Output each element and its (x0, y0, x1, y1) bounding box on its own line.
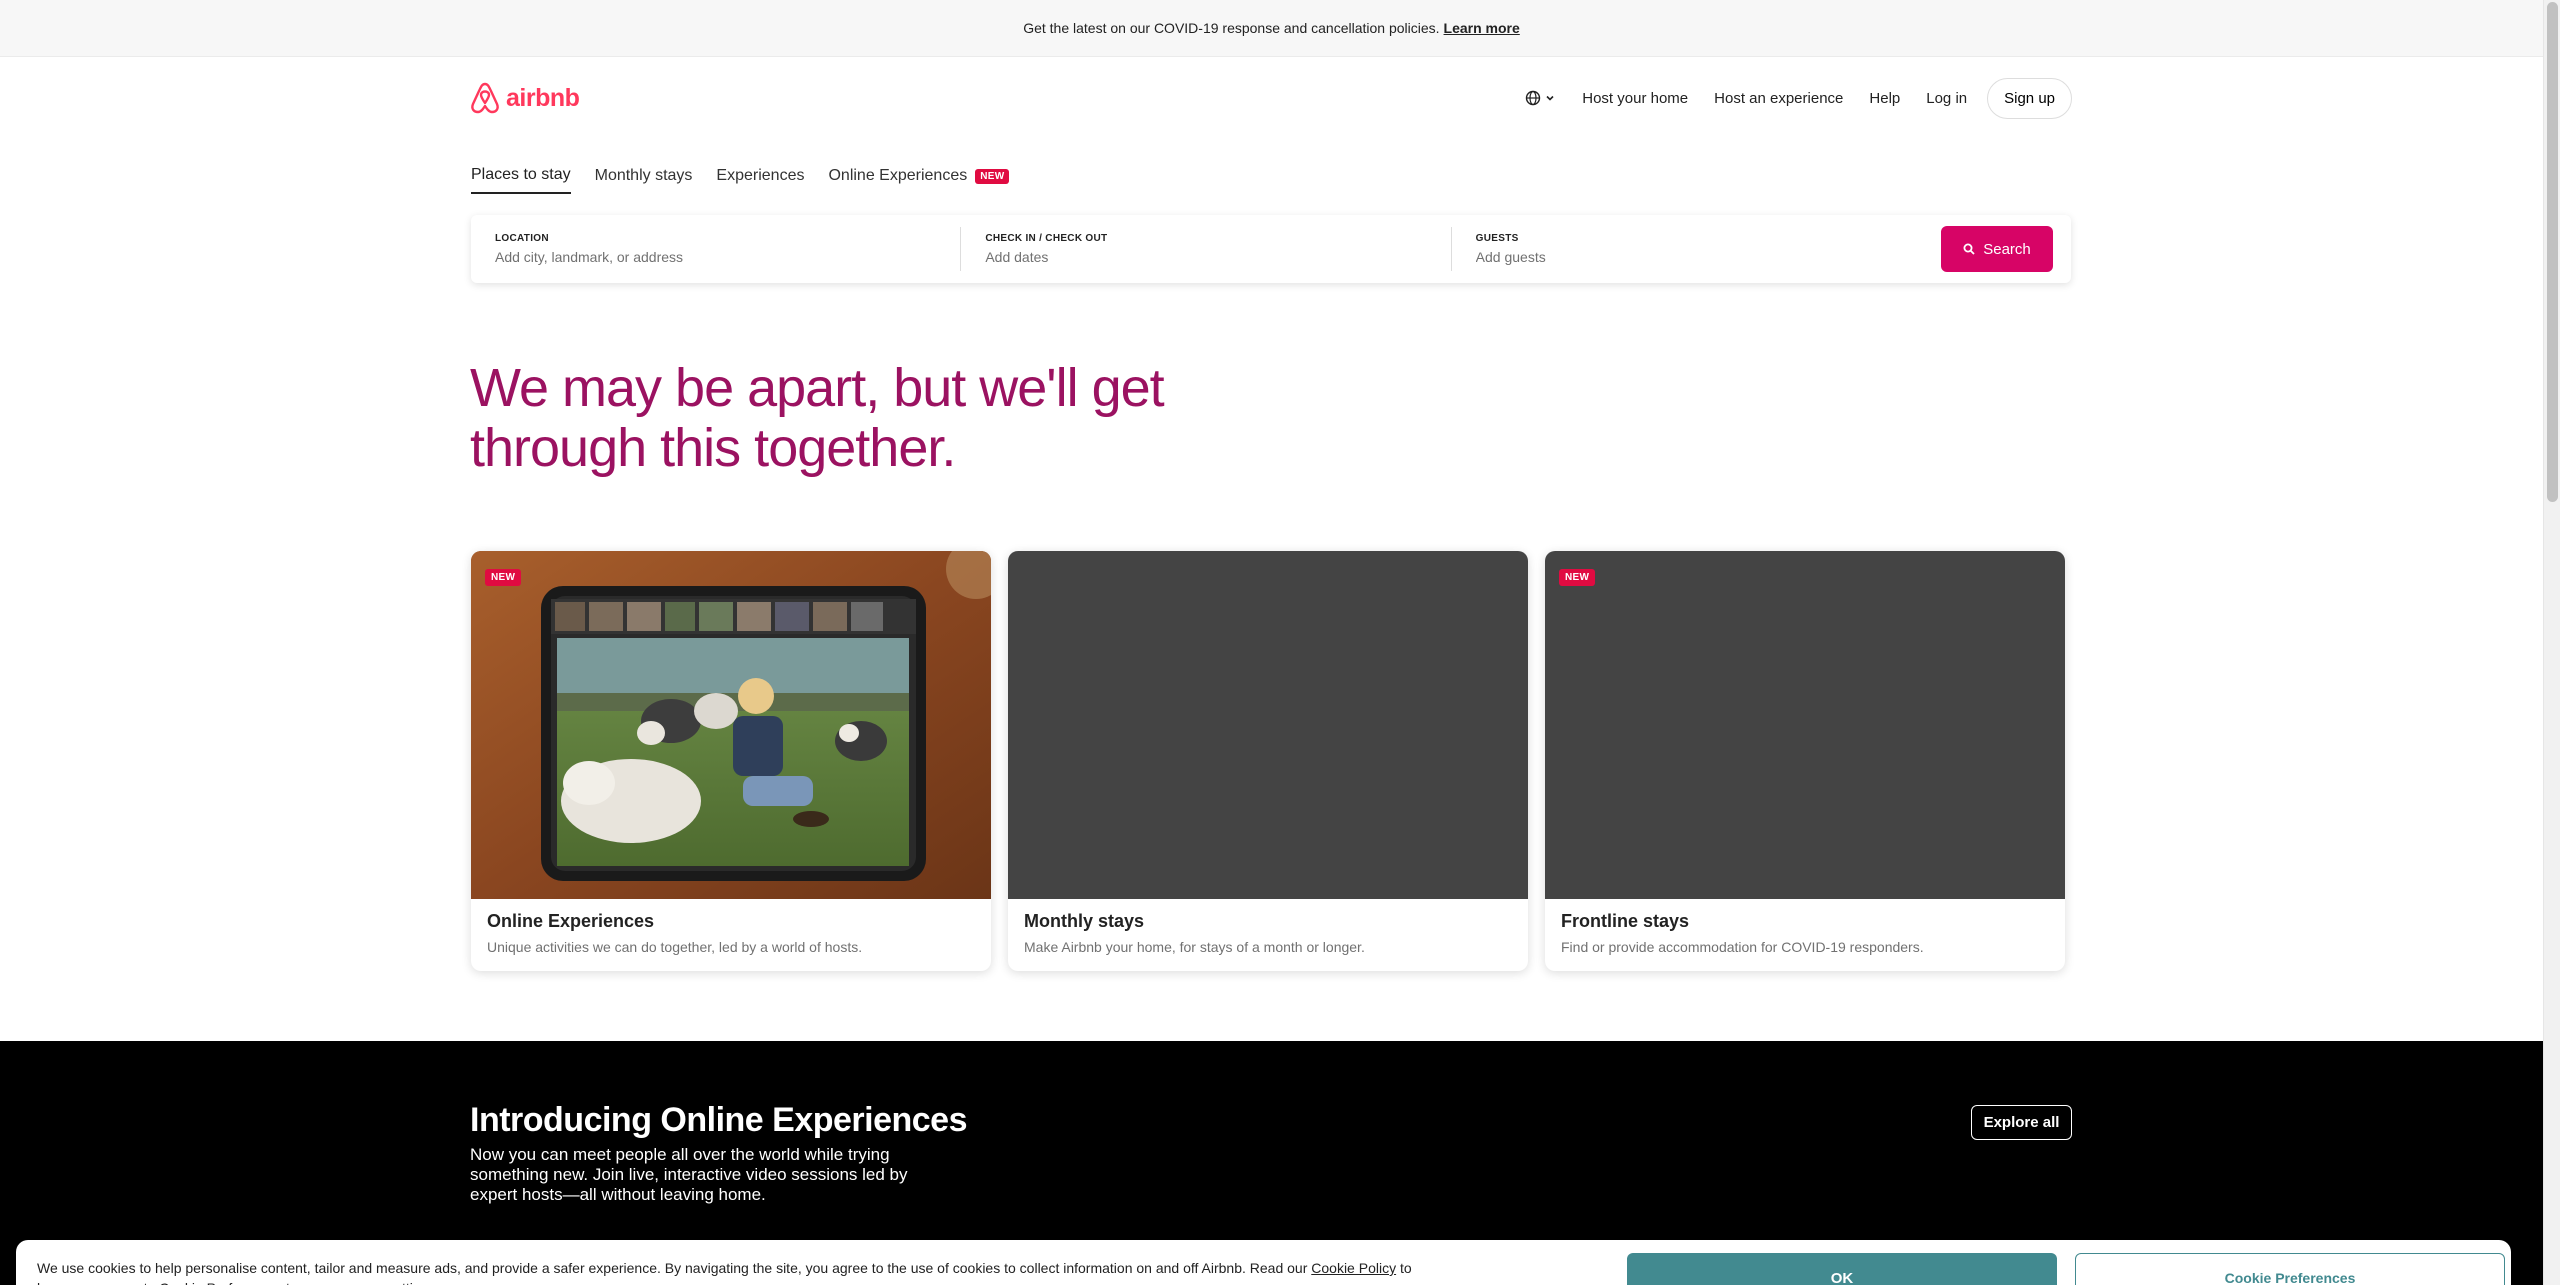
top-nav: Host your home Host an experience Help L… (1525, 77, 2072, 119)
card-monthly-stays[interactable]: Monthly stays Make Airbnb your home, for… (1008, 551, 1528, 971)
card-frontline-stays[interactable]: NEW Frontline stays Find or provide acco… (1545, 551, 2065, 971)
explore-all-button[interactable]: Explore all (1971, 1105, 2072, 1140)
dates-field[interactable]: CHECK IN / CHECK OUT (961, 227, 1452, 271)
frontline-stays-image: NEW (1545, 551, 2065, 899)
dates-input[interactable] (985, 249, 1405, 265)
scrollbar-thumb[interactable] (2547, 2, 2558, 502)
tablet-video-call-illustration (471, 551, 991, 899)
card-body: Monthly stays Make Airbnb your home, for… (1008, 899, 1528, 967)
card-online-experiences[interactable]: NEW Online Experiences Unique activities… (471, 551, 991, 971)
new-badge: NEW (485, 569, 522, 586)
tab-label: Monthly stays (594, 167, 693, 184)
card-title: Online Experiences (487, 911, 655, 931)
card-title: Monthly stays (1024, 911, 1145, 931)
location-label: LOCATION (495, 233, 549, 244)
card-subtitle: Find or provide accommodation for COVID-… (1561, 939, 1924, 955)
search-bar: LOCATION CHECK IN / CHECK OUT GUESTS Sea… (471, 215, 2071, 283)
card-subtitle: Make Airbnb your home, for stays of a mo… (1024, 939, 1365, 955)
tab-label: Online Experiences (828, 167, 968, 184)
globe-icon (1526, 90, 1541, 106)
search-button[interactable]: Search (1940, 226, 2053, 272)
page-scrollbar[interactable] (2543, 0, 2560, 1285)
tab-experiences[interactable]: Experiences (716, 166, 804, 194)
sign-up-button[interactable]: Sign up (1987, 77, 2072, 119)
search-tabs: Places to stay Monthly stays Experiences… (471, 166, 1033, 194)
tab-label: Places to stay (471, 166, 571, 183)
airbnb-logo[interactable]: airbnb (470, 82, 580, 114)
search-icon (1963, 243, 1975, 255)
tab-monthly-stays[interactable]: Monthly stays (595, 166, 693, 194)
location-field[interactable]: LOCATION (471, 227, 962, 271)
site-header: airbnb Host your home Host an experience… (470, 72, 2072, 124)
new-badge: NEW (1559, 569, 1596, 586)
log-in-link[interactable]: Log in (1926, 90, 1967, 107)
card-subtitle: Unique activities we can do together, le… (487, 939, 863, 955)
cookie-ok-button[interactable]: OK (1627, 1253, 2057, 1285)
help-link[interactable]: Help (1869, 90, 1900, 107)
guests-input[interactable] (1475, 249, 1895, 265)
learn-more-link[interactable]: Learn more (1444, 20, 1520, 36)
section-description: Now you can meet people all over the wor… (470, 1145, 908, 1204)
tab-online-experiences[interactable]: Online Experiences NEW (828, 166, 1010, 194)
cookie-policy-link[interactable]: Cookie Policy (1311, 1260, 1396, 1276)
dates-label: CHECK IN / CHECK OUT (985, 233, 1108, 244)
search-button-label: Search (1983, 240, 2031, 258)
online-experiences-image: NEW (471, 551, 991, 899)
card-title: Frontline stays (1561, 911, 1690, 931)
guests-field[interactable]: GUESTS (1452, 227, 1941, 271)
language-selector[interactable] (1525, 90, 1556, 106)
chevron-down-icon (1546, 95, 1554, 101)
cookie-text: We use cookies to help personalise conte… (37, 1258, 1427, 1285)
host-an-experience-link[interactable]: Host an experience (1714, 90, 1843, 107)
card-body: Frontline stays Find or provide accommod… (1545, 899, 2065, 967)
logo-text: airbnb (506, 83, 580, 112)
guests-label: GUESTS (1475, 233, 1519, 244)
host-your-home-link[interactable]: Host your home (1582, 90, 1688, 107)
cookie-banner: We use cookies to help personalise conte… (16, 1240, 2511, 1285)
tab-places-to-stay[interactable]: Places to stay (471, 166, 571, 194)
card-body: Online Experiences Unique activities we … (471, 899, 991, 967)
airbnb-logo-icon (471, 82, 499, 114)
location-input[interactable] (495, 249, 914, 265)
covid-banner: Get the latest on our COVID-19 response … (0, 0, 2543, 57)
cookie-message: We use cookies to help personalise conte… (37, 1260, 1308, 1276)
monthly-stays-image (1008, 551, 1528, 899)
cookie-preferences-button[interactable]: Cookie Preferences (2075, 1253, 2505, 1285)
new-badge: NEW (975, 168, 1010, 184)
page-headline: We may be apart, but we'll get through t… (470, 358, 1165, 478)
section-title: Introducing Online Experiences (470, 1101, 968, 1139)
banner-text: Get the latest on our COVID-19 response … (1023, 20, 1440, 36)
tab-label: Experiences (716, 167, 805, 184)
